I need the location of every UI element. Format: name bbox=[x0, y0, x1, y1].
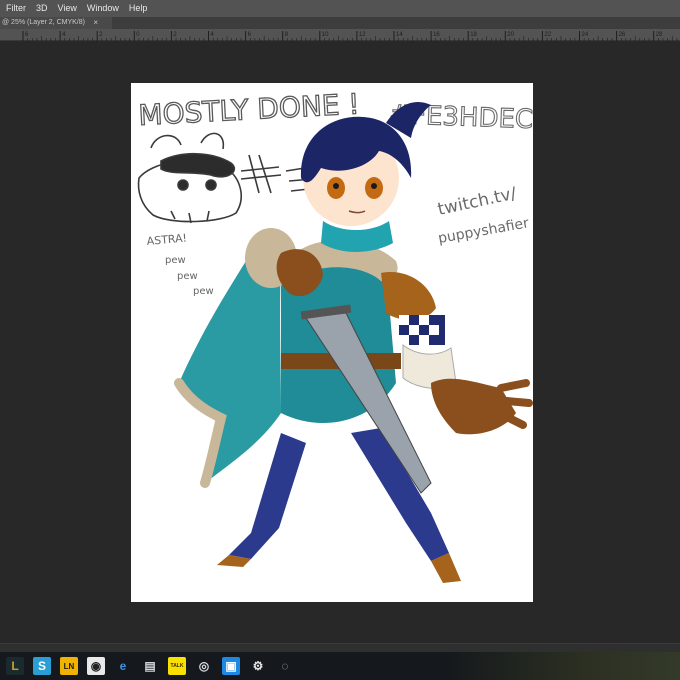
horizontal-scrollbar[interactable] bbox=[0, 643, 680, 652]
workspace[interactable]: MOSTLY DONE ! #FE3HDECK twitch.tv/ puppy… bbox=[0, 41, 680, 643]
artwork: MOSTLY DONE ! #FE3HDECK twitch.tv/ puppy… bbox=[137, 87, 533, 583]
ruler-label: 6 bbox=[25, 32, 29, 38]
ruler-label: 2 bbox=[173, 32, 177, 38]
steam-icon[interactable]: ◎ bbox=[195, 657, 213, 675]
ln-app-icon[interactable]: LN bbox=[60, 657, 78, 675]
ruler-label: 14 bbox=[396, 32, 403, 38]
artwork-astra: ASTRA! bbox=[146, 232, 187, 248]
windows-taskbar: L S LN ◉ e ▤ TALK ◎ ▣ ⚙ ◌ bbox=[0, 652, 680, 680]
ruler-label: 6 bbox=[248, 32, 252, 38]
ruler-label: 26 bbox=[619, 32, 626, 38]
artwork-twitch-line1: twitch.tv/ bbox=[436, 184, 519, 220]
kakaotalk-icon[interactable]: TALK bbox=[168, 657, 186, 675]
ruler-label: 4 bbox=[62, 32, 66, 38]
ruler-label: 18 bbox=[470, 32, 477, 38]
sketch-creature bbox=[137, 132, 314, 224]
ruler-label: 8 bbox=[285, 32, 289, 38]
ruler-label: 4 bbox=[211, 32, 215, 38]
artwork-pew-1: pew bbox=[165, 255, 186, 266]
sketch-app-icon[interactable]: S bbox=[33, 657, 51, 675]
league-icon[interactable]: L bbox=[6, 657, 24, 675]
ruler-label: 2 bbox=[99, 32, 103, 38]
menu-help[interactable]: Help bbox=[124, 0, 153, 17]
ruler-label: 24 bbox=[582, 32, 589, 38]
box-app-icon[interactable]: ▣ bbox=[222, 657, 240, 675]
close-icon[interactable]: × bbox=[93, 17, 98, 29]
ruler-ticks: 6 4 2 0 2 4 6 8 10 12 14 16 18 20 22 24 26 28 bbox=[22, 31, 678, 41]
ruler-label: 10 bbox=[322, 32, 329, 38]
ruler-label: 28 bbox=[656, 32, 663, 38]
ruler-label: 0 bbox=[136, 32, 140, 38]
document-canvas[interactable]: MOSTLY DONE ! #FE3HDECK twitch.tv/ puppy… bbox=[131, 83, 533, 602]
artwork-pew-3: pew bbox=[193, 286, 214, 297]
ruler-label: 22 bbox=[544, 32, 551, 38]
settings-icon[interactable]: ⚙ bbox=[249, 657, 267, 675]
obs-icon[interactable]: ◌ bbox=[276, 657, 294, 675]
document-tab-title: @ 25% (Layer 2, CMYK/8) bbox=[2, 19, 85, 26]
menu-view[interactable]: View bbox=[53, 0, 82, 17]
ruler-label: 12 bbox=[359, 32, 366, 38]
document-tab[interactable]: @ 25% (Layer 2, CMYK/8) × bbox=[0, 17, 112, 29]
menu-bar: Filter 3D View Window Help bbox=[0, 0, 680, 17]
ruler-label: 20 bbox=[507, 32, 514, 38]
scanner-icon[interactable]: ▤ bbox=[141, 657, 159, 675]
edge-icon[interactable]: e bbox=[114, 657, 132, 675]
obs-like-icon[interactable]: ◉ bbox=[87, 657, 105, 675]
ruler-label: 16 bbox=[433, 32, 440, 38]
horizontal-ruler[interactable]: 6 4 2 0 2 4 6 8 10 12 14 16 18 20 22 24 26 28 bbox=[0, 29, 680, 41]
menu-filter[interactable]: Filter bbox=[0, 0, 31, 17]
artwork-twitch-line2: puppyshafier bbox=[437, 215, 530, 247]
document-tab-bar: @ 25% (Layer 2, CMYK/8) × bbox=[0, 17, 680, 29]
menu-3d[interactable]: 3D bbox=[31, 0, 53, 17]
menu-window[interactable]: Window bbox=[82, 0, 124, 17]
artwork-pew-2: pew bbox=[177, 271, 198, 282]
